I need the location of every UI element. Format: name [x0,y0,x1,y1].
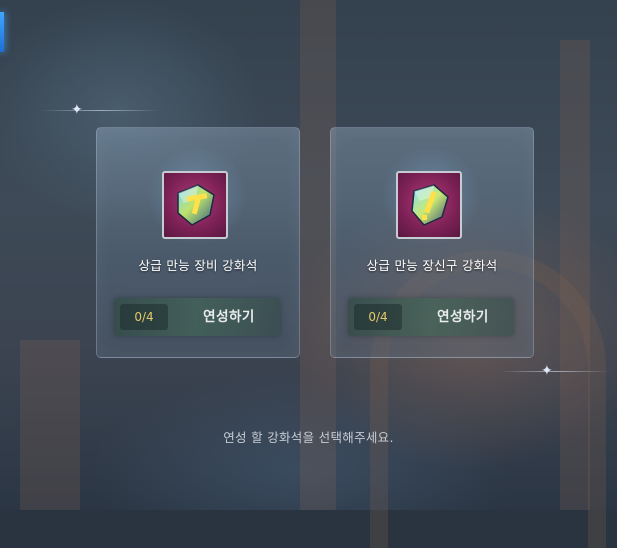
enhance-stone-card-equipment[interactable]: 상급 만능 장비 강화석 0/4 연성하기 [96,127,300,358]
equipment-enhance-stone-icon [162,171,228,239]
card-title: 상급 만능 장비 강화석 [138,258,258,273]
craft-button[interactable]: 0/4 연성하기 [348,298,514,336]
sparkle-line [40,110,160,111]
background-pillar [20,340,80,510]
accessory-enhance-stone-icon [396,171,462,239]
progress-count: 0/4 [120,304,168,330]
craft-button-label: 연성하기 [437,309,489,325]
craft-button[interactable]: 0/4 연성하기 [114,298,280,336]
progress-count: 0/4 [354,304,402,330]
enhance-stone-card-accessory[interactable]: 상급 만능 장신구 강화석 0/4 연성하기 [330,127,534,358]
craft-button-label: 연성하기 [203,309,255,325]
card-title: 상급 만능 장신구 강화석 [366,258,498,273]
gem-icon [177,184,215,226]
side-accent-bar [0,12,4,52]
instruction-text: 연성 할 강화석을 선택해주세요. [223,430,394,445]
gem-icon [411,184,449,226]
sparkle-line [500,371,610,372]
